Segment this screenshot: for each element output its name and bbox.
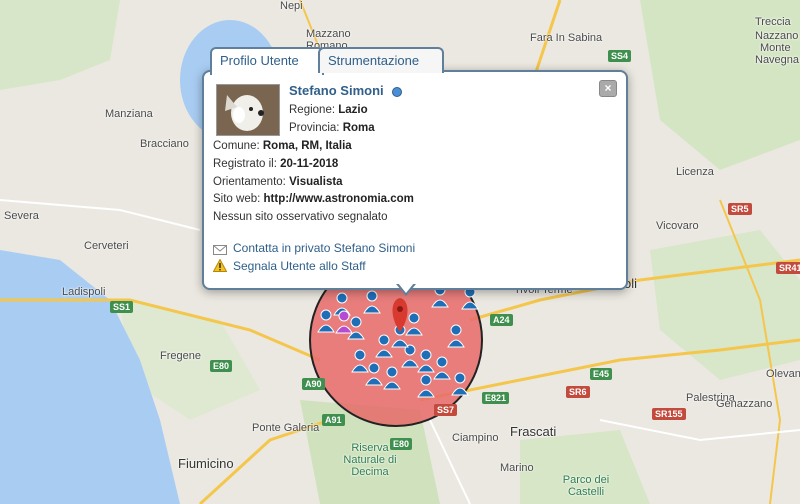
orientamento-row: Orientamento: Visualista: [213, 176, 343, 188]
regione-value: Lazio: [338, 104, 368, 116]
place-label: Navegna E: [755, 54, 800, 66]
regione-row: Regione: Lazio: [289, 104, 368, 116]
place-label: Licenza: [676, 166, 714, 178]
comune-label: Comune:: [213, 140, 260, 152]
registrato-label: Registrato il:: [213, 158, 277, 170]
place-label: Manziana: [105, 108, 153, 120]
place-label: Ciampino: [452, 432, 499, 444]
avatar: [216, 84, 280, 136]
road-shield: E80: [390, 438, 413, 450]
tab-profilo-utente[interactable]: Profilo Utente: [210, 47, 324, 75]
place-label: Parco dei Castelli: [562, 474, 610, 498]
place-label: Ponte Galeria: [252, 422, 320, 434]
place-label: Fiumicino: [178, 456, 234, 471]
tab-strumentazione[interactable]: Strumentazione: [318, 47, 444, 73]
road-shield: SS7: [434, 404, 458, 416]
mail-icon: [213, 242, 227, 255]
no-site-text: Nessun sito osservativo segnalato: [213, 211, 388, 223]
place-label: Mazzano: [306, 28, 351, 40]
report-link[interactable]: Segnala Utente allo Staff: [233, 259, 366, 273]
road-shield: A91: [322, 414, 345, 426]
popup-pointer-inner: [398, 283, 414, 293]
place-label: Vicovaro: [656, 220, 699, 232]
road-shield: E45: [590, 368, 613, 380]
place-label: Cerveteri: [84, 240, 129, 252]
provincia-row: Provincia: Roma: [289, 122, 375, 134]
website-link[interactable]: http://www.astronomia.com: [264, 193, 414, 205]
place-label: Nepi: [280, 0, 303, 12]
road-shield: E80: [210, 360, 233, 372]
provincia-value: Roma: [342, 122, 375, 134]
orientamento-value: Visualista: [289, 176, 343, 188]
regione-label: Regione:: [289, 104, 336, 116]
registrato-row: Registrato il: 20-11-2018: [213, 158, 338, 170]
road-shield: SR5: [728, 203, 752, 215]
place-label: Bracciano: [140, 138, 189, 150]
place-label: Ladispoli: [62, 286, 106, 298]
sito-label: Sito web:: [213, 193, 261, 205]
place-label: Fara In Sabina: [530, 32, 603, 44]
orientamento-label: Orientamento:: [213, 176, 286, 188]
road-shield: SS4: [608, 50, 632, 62]
road-shield: A24: [490, 314, 513, 326]
contact-link[interactable]: Contatta in privato Stefano Simoni: [233, 241, 415, 255]
road-shield: SR41: [776, 262, 800, 274]
place-label: Fregene: [160, 350, 201, 362]
place-label: Frascati: [510, 424, 557, 439]
road-shield: E821: [482, 392, 510, 404]
road-shield: A90: [302, 378, 325, 390]
place-label: Treccia: [755, 16, 791, 28]
close-button[interactable]: ×: [599, 80, 617, 97]
place-label: Severa: [4, 210, 39, 222]
online-status-icon: [392, 87, 402, 97]
warning-icon: [212, 258, 228, 272]
sito-row: Sito web: http://www.astronomia.com: [213, 193, 414, 205]
place-label: Monte: [760, 42, 791, 54]
user-name-link[interactable]: Stefano Simoni: [289, 83, 384, 98]
registrato-value: 20-11-2018: [280, 158, 339, 170]
road-shield: SR155: [652, 408, 686, 420]
road-shield: SR6: [566, 386, 590, 398]
comune-row: Comune: Roma, RM, Italia: [213, 140, 352, 152]
provincia-label: Provincia:: [289, 122, 340, 134]
place-label: Marino: [500, 462, 534, 474]
place-label: Olevan Roma: [766, 368, 800, 380]
comune-value: Roma, RM, Italia: [262, 140, 352, 152]
place-label: Genazzano: [716, 398, 773, 410]
road-shield: SS1: [110, 301, 134, 313]
place-label: Nazzano: [755, 30, 799, 42]
